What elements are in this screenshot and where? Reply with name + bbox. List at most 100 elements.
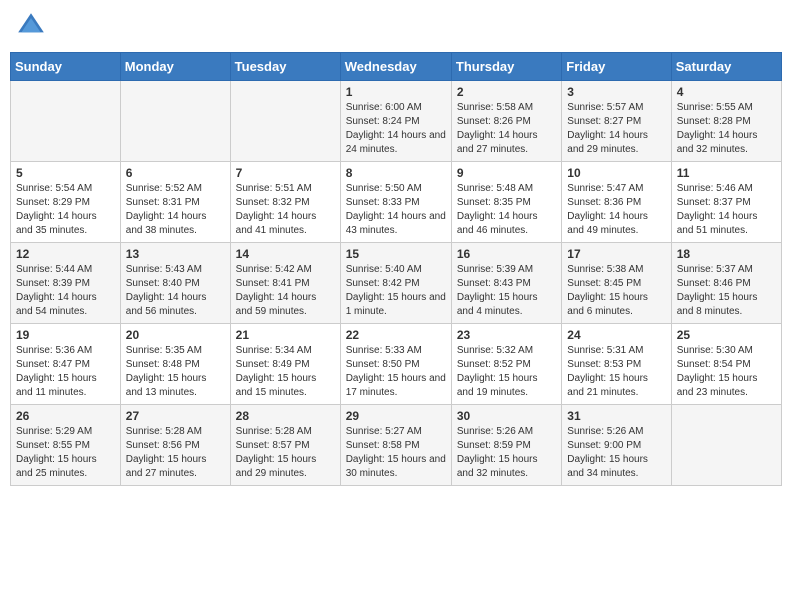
day-number: 3 [567,85,665,99]
weekday-header-friday: Friday [562,53,671,81]
weekday-header-wednesday: Wednesday [340,53,451,81]
calendar-cell: 23 Sunrise: 5:32 AM Sunset: 8:52 PM Dayli… [451,324,561,405]
day-number: 17 [567,247,665,261]
day-number: 30 [457,409,556,423]
day-info: Sunrise: 5:26 AM Sunset: 8:59 PM Dayligh… [457,425,556,481]
calendar-cell [120,81,230,162]
calendar-cell: 5 Sunrise: 5:54 AM Sunset: 8:29 PM Daylig… [11,162,121,243]
weekday-header-tuesday: Tuesday [230,53,340,81]
day-number: 2 [457,85,556,99]
day-number: 12 [16,247,115,261]
day-number: 4 [677,85,776,99]
calendar-cell: 7Sunrise: 5:51 AM Sunset: 8:32 PM Daylig… [230,162,340,243]
day-number: 21 [236,328,335,342]
day-info: Sunrise: 5:58 AM Sunset: 8:26 PM Dayligh… [457,101,556,157]
day-info: Sunrise: 5:44 AM Sunset: 8:39 PM Dayligh… [16,263,115,319]
day-number: 14 [236,247,335,261]
calendar-cell: 30 Sunrise: 5:26 AM Sunset: 8:59 PM Dayli… [451,405,561,486]
calendar-cell: 27Sunrise: 5:28 AM Sunset: 8:56 PM Dayli… [120,405,230,486]
calendar-cell: 8 Sunrise: 5:50 AM Sunset: 8:33 PM Daylig… [340,162,451,243]
weekday-header-sunday: Sunday [11,53,121,81]
calendar-cell [671,405,781,486]
calendar-cell: 15 Sunrise: 5:40 AM Sunset: 8:42 PM Dayli… [340,243,451,324]
day-number: 10 [567,166,665,180]
weekday-header-row: SundayMondayTuesdayWednesdayThursdayFrid… [11,53,782,81]
day-info: Sunrise: 5:48 AM Sunset: 8:35 PM Dayligh… [457,182,556,238]
day-info: Sunrise: 5:43 AM Sunset: 8:40 PM Dayligh… [126,263,225,319]
calendar-cell: 13 Sunrise: 5:43 AM Sunset: 8:40 PM Dayli… [120,243,230,324]
calendar-cell: 16Sunrise: 5:39 AM Sunset: 8:43 PM Dayli… [451,243,561,324]
day-info: Sunrise: 5:52 AM Sunset: 8:31 PM Dayligh… [126,182,225,238]
day-info: Sunrise: 5:46 AM Sunset: 8:37 PM Dayligh… [677,182,776,238]
day-number: 25 [677,328,776,342]
calendar-cell: 28 Sunrise: 5:28 AM Sunset: 8:57 PM Dayli… [230,405,340,486]
calendar-cell: 21 Sunrise: 5:34 AM Sunset: 8:49 PM Dayli… [230,324,340,405]
day-number: 20 [126,328,225,342]
calendar-cell: 12 Sunrise: 5:44 AM Sunset: 8:39 PM Dayli… [11,243,121,324]
day-number: 23 [457,328,556,342]
week-row-1: 1Sunrise: 6:00 AM Sunset: 8:24 PM Daylig… [11,81,782,162]
day-info: Sunrise: 5:36 AM Sunset: 8:47 PM Dayligh… [16,344,115,400]
day-info: Sunrise: 5:27 AM Sunset: 8:58 PM Dayligh… [346,425,446,481]
day-info: Sunrise: 5:31 AM Sunset: 8:53 PM Dayligh… [567,344,665,400]
day-info: Sunrise: 5:34 AM Sunset: 8:49 PM Dayligh… [236,344,335,400]
calendar-cell: 22 Sunrise: 5:33 AM Sunset: 8:50 PM Dayli… [340,324,451,405]
week-row-3: 12 Sunrise: 5:44 AM Sunset: 8:39 PM Dayli… [11,243,782,324]
day-number: 18 [677,247,776,261]
day-info: Sunrise: 5:42 AM Sunset: 8:41 PM Dayligh… [236,263,335,319]
day-number: 19 [16,328,115,342]
day-info: Sunrise: 5:54 AM Sunset: 8:29 PM Dayligh… [16,182,115,238]
day-info: Sunrise: 5:37 AM Sunset: 8:46 PM Dayligh… [677,263,776,319]
logo [15,10,51,42]
calendar-cell: 17 Sunrise: 5:38 AM Sunset: 8:45 PM Dayli… [562,243,671,324]
calendar-cell: 19 Sunrise: 5:36 AM Sunset: 8:47 PM Dayli… [11,324,121,405]
calendar-cell: 2 Sunrise: 5:58 AM Sunset: 8:26 PM Daylig… [451,81,561,162]
week-row-4: 19 Sunrise: 5:36 AM Sunset: 8:47 PM Dayli… [11,324,782,405]
day-number: 31 [567,409,665,423]
day-number: 29 [346,409,446,423]
calendar-cell: 11 Sunrise: 5:46 AM Sunset: 8:37 PM Dayli… [671,162,781,243]
calendar-cell: 14 Sunrise: 5:42 AM Sunset: 8:41 PM Dayli… [230,243,340,324]
day-info: Sunrise: 5:55 AM Sunset: 8:28 PM Dayligh… [677,101,776,157]
day-info: Sunrise: 5:35 AM Sunset: 8:48 PM Dayligh… [126,344,225,400]
day-number: 13 [126,247,225,261]
weekday-header-monday: Monday [120,53,230,81]
calendar-cell: 4 Sunrise: 5:55 AM Sunset: 8:28 PM Daylig… [671,81,781,162]
day-info: Sunrise: 5:30 AM Sunset: 8:54 PM Dayligh… [677,344,776,400]
day-number: 5 [16,166,115,180]
logo-icon [15,10,47,42]
day-info: Sunrise: 5:40 AM Sunset: 8:42 PM Dayligh… [346,263,446,319]
week-row-2: 5 Sunrise: 5:54 AM Sunset: 8:29 PM Daylig… [11,162,782,243]
day-number: 7 [236,166,335,180]
calendar-cell: 24Sunrise: 5:31 AM Sunset: 8:53 PM Dayli… [562,324,671,405]
day-number: 11 [677,166,776,180]
calendar-cell: 6 Sunrise: 5:52 AM Sunset: 8:31 PM Daylig… [120,162,230,243]
day-info: Sunrise: 5:33 AM Sunset: 8:50 PM Dayligh… [346,344,446,400]
day-info: Sunrise: 5:32 AM Sunset: 8:52 PM Dayligh… [457,344,556,400]
day-number: 22 [346,328,446,342]
day-info: Sunrise: 5:38 AM Sunset: 8:45 PM Dayligh… [567,263,665,319]
weekday-header-saturday: Saturday [671,53,781,81]
day-info: Sunrise: 5:57 AM Sunset: 8:27 PM Dayligh… [567,101,665,157]
calendar-cell: 9 Sunrise: 5:48 AM Sunset: 8:35 PM Daylig… [451,162,561,243]
day-info: Sunrise: 5:26 AM Sunset: 9:00 PM Dayligh… [567,425,665,481]
day-number: 6 [126,166,225,180]
calendar-cell: 3 Sunrise: 5:57 AM Sunset: 8:27 PM Daylig… [562,81,671,162]
day-number: 16 [457,247,556,261]
day-info: Sunrise: 5:50 AM Sunset: 8:33 PM Dayligh… [346,182,446,238]
calendar-cell [230,81,340,162]
week-row-5: 26Sunrise: 5:29 AM Sunset: 8:55 PM Dayli… [11,405,782,486]
day-info: Sunrise: 5:28 AM Sunset: 8:57 PM Dayligh… [236,425,335,481]
day-number: 9 [457,166,556,180]
day-number: 28 [236,409,335,423]
day-number: 27 [126,409,225,423]
calendar-table: SundayMondayTuesdayWednesdayThursdayFrid… [10,52,782,486]
calendar-cell: 26Sunrise: 5:29 AM Sunset: 8:55 PM Dayli… [11,405,121,486]
day-number: 8 [346,166,446,180]
calendar-cell [11,81,121,162]
day-number: 15 [346,247,446,261]
day-info: Sunrise: 5:47 AM Sunset: 8:36 PM Dayligh… [567,182,665,238]
calendar-cell: 31 Sunrise: 5:26 AM Sunset: 9:00 PM Dayli… [562,405,671,486]
day-info: Sunrise: 6:00 AM Sunset: 8:24 PM Dayligh… [346,101,446,157]
day-info: Sunrise: 5:29 AM Sunset: 8:55 PM Dayligh… [16,425,115,481]
